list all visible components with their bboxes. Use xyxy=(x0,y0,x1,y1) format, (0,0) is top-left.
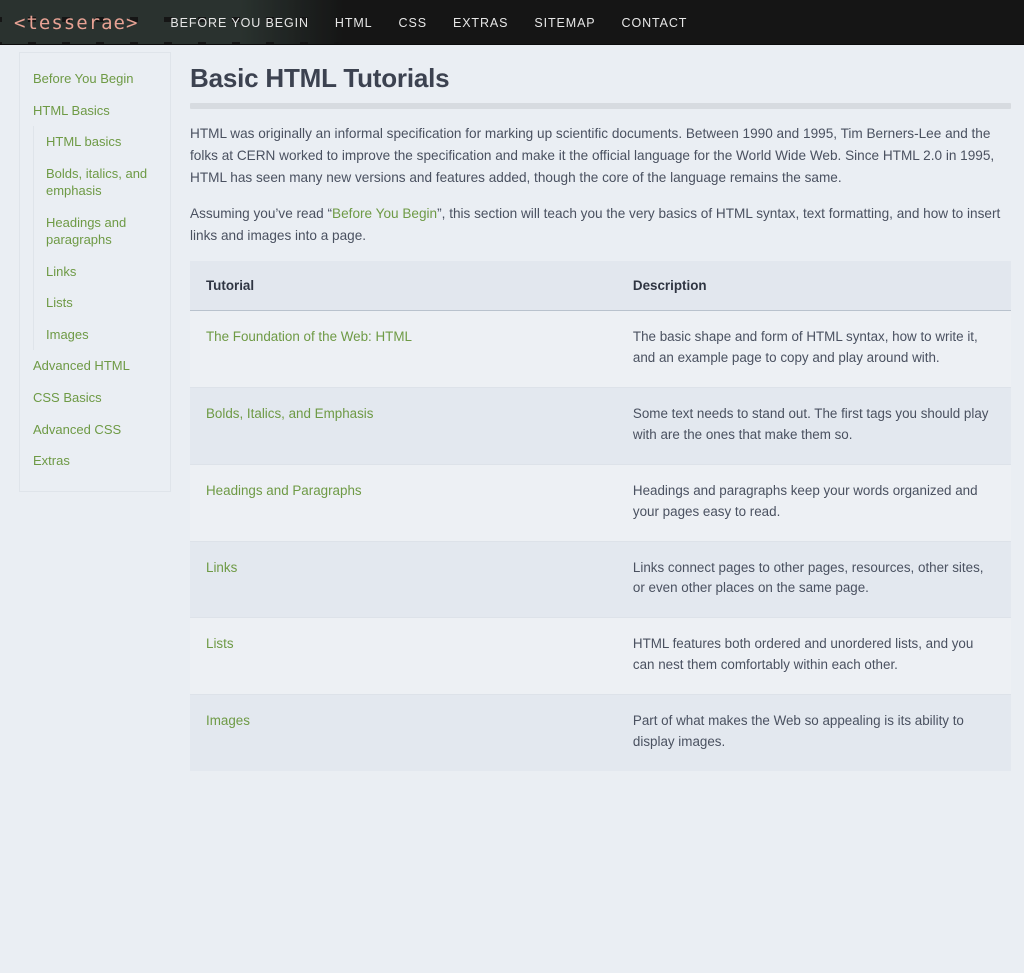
tutorials-table-body: The Foundation of the Web: HTML The basi… xyxy=(190,310,1011,771)
table-cell-tutorial: Links xyxy=(190,541,617,619)
tutorial-link-foundation-of-the-web[interactable]: The Foundation of the Web: HTML xyxy=(206,329,412,344)
sidebar-link-advanced-html[interactable]: Advanced HTML xyxy=(20,350,170,382)
paragraph-2-prefix: Assuming you’ve read “ xyxy=(190,206,333,222)
before-you-begin-link[interactable]: Before You Begin xyxy=(332,206,437,221)
sidebar-link-sub-images[interactable]: Images xyxy=(34,319,170,351)
sidebar-navigation: Before You Begin HTML Basics HTML basics… xyxy=(19,52,171,492)
sidebar-subitem-bolds-italics: Bolds, italics, and emphasis xyxy=(34,158,170,207)
sidebar-link-extras[interactable]: Extras xyxy=(20,445,170,477)
sidebar-link-sub-headings-paragraphs[interactable]: Headings and paragraphs xyxy=(34,207,170,256)
nav-contact[interactable]: CONTACT xyxy=(622,16,688,30)
sidebar-list: Before You Begin HTML Basics HTML basics… xyxy=(20,63,170,477)
sidebar-subitem-lists: Lists xyxy=(34,287,170,319)
nav-before-you-begin[interactable]: BEFORE YOU BEGIN xyxy=(170,16,309,30)
nav-html[interactable]: HTML xyxy=(335,16,373,30)
table-cell-description: Links connect pages to other pages, reso… xyxy=(616,541,1011,619)
sidebar-item-advanced-html: Advanced HTML xyxy=(20,350,170,382)
nav-sitemap[interactable]: SITEMAP xyxy=(534,16,595,30)
table-cell-description: HTML features both ordered and unordered… xyxy=(616,617,1011,696)
header-inner: <tesserae> BEFORE YOU BEGIN HTML CSS EXT… xyxy=(0,0,1024,44)
column-header-description: Description xyxy=(616,261,1011,312)
sidebar-link-before-you-begin[interactable]: Before You Begin xyxy=(20,63,170,95)
site-header: <tesserae> BEFORE YOU BEGIN HTML CSS EXT… xyxy=(0,0,1024,45)
column-header-tutorial: Tutorial xyxy=(190,261,617,312)
table-row: Bolds, Italics, and Emphasis Some text n… xyxy=(190,387,1011,465)
sidebar-link-css-basics[interactable]: CSS Basics xyxy=(20,382,170,414)
page-title: Basic HTML Tutorials xyxy=(190,63,450,93)
table-cell-tutorial: The Foundation of the Web: HTML xyxy=(190,310,617,388)
sidebar-subitem-html-basics: HTML basics xyxy=(34,126,170,158)
tutorial-link-headings-paragraphs[interactable]: Headings and Paragraphs xyxy=(206,483,362,498)
table-cell-description: Headings and paragraphs keep your words … xyxy=(616,464,1011,542)
nav-css[interactable]: CSS xyxy=(399,16,427,30)
table-cell-description: The basic shape and form of HTML syntax,… xyxy=(616,310,1011,388)
nav-extras[interactable]: EXTRAS xyxy=(453,16,508,30)
sidebar-item-css-basics: CSS Basics xyxy=(20,382,170,414)
tutorial-link-images[interactable]: Images xyxy=(206,713,250,728)
sidebar-link-html-basics[interactable]: HTML Basics xyxy=(20,95,170,127)
tutorial-link-bolds-italics-emphasis[interactable]: Bolds, Italics, and Emphasis xyxy=(206,406,373,421)
table-cell-tutorial: Lists xyxy=(190,617,617,696)
sidebar-sublist-html-basics: HTML basics Bolds, italics, and emphasis… xyxy=(33,126,170,351)
sidebar-link-sub-links[interactable]: Links xyxy=(34,256,170,288)
sidebar-subitem-links: Links xyxy=(34,256,170,288)
table-row: Headings and Paragraphs Headings and par… xyxy=(190,464,1011,542)
intro-paragraph-2: Assuming you’ve read “Before You Begin”,… xyxy=(190,203,1011,247)
sidebar-subitem-headings-paragraphs: Headings and paragraphs xyxy=(34,207,170,256)
sidebar-item-extras: Extras xyxy=(20,445,170,477)
sidebar-item-advanced-css: Advanced CSS xyxy=(20,414,170,446)
sidebar-link-advanced-css[interactable]: Advanced CSS xyxy=(20,414,170,446)
tutorials-table: Tutorial Description The Foundation of t… xyxy=(190,261,1011,771)
tutorials-table-head: Tutorial Description xyxy=(190,261,1011,312)
table-row: Lists HTML features both ordered and uno… xyxy=(190,617,1011,696)
page-body: Before You Begin HTML Basics HTML basics… xyxy=(0,45,1024,771)
table-row: The Foundation of the Web: HTML The basi… xyxy=(190,310,1011,388)
main-navigation: BEFORE YOU BEGIN HTML CSS EXTRAS SITEMAP… xyxy=(170,16,687,30)
table-row: Links Links connect pages to other pages… xyxy=(190,541,1011,619)
table-row: Images Part of what makes the Web so app… xyxy=(190,694,1011,771)
sidebar-link-sub-bolds-italics-emphasis[interactable]: Bolds, italics, and emphasis xyxy=(34,158,170,207)
main-content: Basic HTML Tutorials HTML was originally… xyxy=(171,52,1011,771)
tutorial-link-lists[interactable]: Lists xyxy=(206,636,234,651)
sidebar-subitem-images: Images xyxy=(34,319,170,351)
sidebar-item-before-you-begin: Before You Begin xyxy=(20,63,170,95)
intro-paragraph-1: HTML was originally an informal specific… xyxy=(190,126,995,186)
site-logo[interactable]: <tesserae> xyxy=(14,12,138,34)
table-cell-tutorial: Images xyxy=(190,695,617,771)
sidebar-link-sub-html-basics[interactable]: HTML basics xyxy=(34,126,170,158)
table-cell-tutorial: Bolds, Italics, and Emphasis xyxy=(190,387,617,465)
sidebar-link-sub-lists[interactable]: Lists xyxy=(34,287,170,319)
table-header-row: Tutorial Description xyxy=(190,261,1011,312)
table-cell-description: Part of what makes the Web so appealing … xyxy=(632,713,964,750)
table-cell-tutorial: Headings and Paragraphs xyxy=(190,464,617,542)
table-cell-description: Some text needs to stand out. The first … xyxy=(616,387,1011,465)
sidebar-item-html-basics: HTML Basics HTML basics Bolds, italics, … xyxy=(20,95,170,351)
tutorial-link-links[interactable]: Links xyxy=(206,560,237,575)
title-divider xyxy=(190,103,1011,109)
